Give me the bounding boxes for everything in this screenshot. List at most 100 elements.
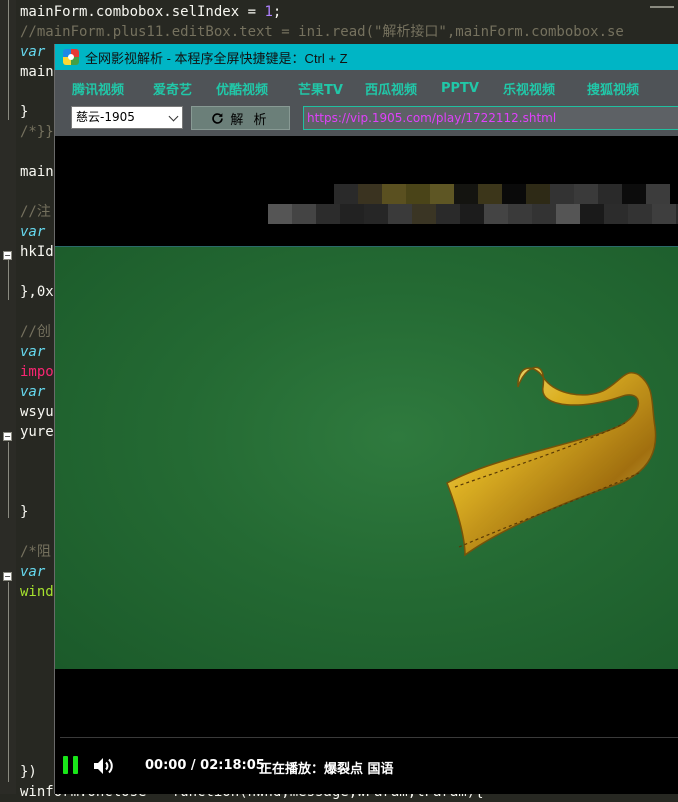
code-token: 1 [264, 4, 273, 20]
code-token: impo [20, 364, 54, 380]
video-frame [55, 246, 678, 669]
code-line[interactable]: //注 [20, 202, 51, 222]
code-line[interactable]: wind [20, 582, 54, 602]
code-line[interactable]: } [20, 502, 28, 522]
code-token: var [20, 44, 46, 60]
mosaic-block [460, 204, 484, 224]
video-url-input[interactable] [303, 106, 678, 130]
parse-toolbar: 慈云-1905 解 析 [55, 106, 678, 136]
nav-sohu-video[interactable]: 搜狐视频 [587, 79, 639, 98]
code-token: /*阻 [20, 544, 51, 560]
mosaic-block [454, 184, 478, 204]
mosaic-block [412, 204, 436, 224]
nav-xigua-video[interactable]: 西瓜视频 [365, 79, 417, 98]
editor-gutter: − − − [0, 0, 16, 794]
pause-icon [63, 756, 68, 774]
code-token: wind [20, 584, 54, 600]
fold-guide [8, 582, 9, 782]
code-token: } [20, 104, 29, 120]
mosaic-block [652, 204, 676, 224]
video-parser-window: 全网影视解析 - 本程序全屏快捷键是：Ctrl + Z 腾讯视频 爱奇艺 优酷视… [55, 44, 678, 794]
volume-button[interactable] [93, 756, 115, 776]
code-token: yure [20, 424, 54, 440]
refresh-icon [212, 112, 224, 124]
code-token: main [20, 64, 54, 80]
progress-bar[interactable] [60, 737, 678, 738]
pause-icon [73, 756, 78, 774]
mosaic-block [526, 184, 550, 204]
code-token: } [20, 504, 29, 520]
nav-mango-tv[interactable]: 芒果TV [298, 79, 343, 98]
mosaic-block [478, 184, 502, 204]
mosaic-block [268, 204, 292, 224]
mosaic-block [484, 204, 508, 224]
parse-source-select[interactable]: 慈云-1905 [71, 106, 183, 129]
code-line[interactable]: var [20, 562, 45, 582]
code-line[interactable]: impo [20, 362, 54, 382]
code-token: //mainForm.plus11.editBox.text = ini.rea… [20, 24, 624, 40]
nav-iqiyi[interactable]: 爱奇艺 [153, 79, 192, 98]
code-line[interactable]: },0x [20, 282, 54, 302]
code-line[interactable]: wsyu [20, 402, 54, 422]
code-line[interactable]: //mainForm.plus11.editBox.text = ini.rea… [20, 22, 624, 42]
speaker-icon [94, 758, 113, 774]
mosaic-block [316, 204, 340, 224]
code-line[interactable]: var [20, 222, 45, 242]
mosaic-block [508, 204, 532, 224]
code-line[interactable]: //创 [20, 322, 51, 342]
mosaic-block [388, 204, 412, 224]
nav-pptv[interactable]: PPTV [441, 81, 479, 96]
fold-toggle-icon[interactable]: − [3, 432, 12, 441]
code-token: }) [20, 764, 37, 780]
mosaic-block [532, 204, 556, 224]
code-token: ; [272, 4, 282, 20]
nav-tencent-video[interactable]: 腾讯视频 [72, 79, 124, 98]
mosaic-block [340, 204, 364, 224]
mosaic-block [646, 184, 670, 204]
mosaic-block [550, 184, 574, 204]
fold-toggle-icon[interactable]: − [3, 251, 12, 260]
video-player[interactable]: 00:00 / 02:18:05 正在播放：爆裂点 国语 [55, 136, 678, 794]
nav-letv-video[interactable]: 乐视视频 [503, 79, 555, 98]
code-line[interactable]: var [20, 382, 45, 402]
code-line[interactable]: var [20, 42, 45, 62]
nav-youku-video[interactable]: 优酷视频 [216, 79, 268, 98]
code-token: var [20, 564, 46, 580]
code-token: //注 [20, 204, 51, 220]
code-line[interactable]: }) [20, 762, 37, 782]
chevron-down-icon [168, 111, 179, 122]
code-line[interactable]: main [20, 62, 54, 82]
code-line[interactable]: /*阻 [20, 542, 51, 562]
mosaic-block [406, 184, 430, 204]
code-token: var [20, 384, 46, 400]
code-token: var [20, 224, 46, 240]
mosaic-block [502, 184, 526, 204]
code-token: },0x [20, 284, 54, 300]
code-token: main [20, 164, 54, 180]
code-line[interactable]: main [20, 162, 54, 182]
code-line[interactable]: yure [20, 422, 54, 442]
film-reel-ribbon-image [446, 366, 657, 557]
code-token: //创 [20, 324, 51, 340]
parse-source-value: 慈云-1905 [76, 110, 135, 124]
window-titlebar[interactable]: 全网影视解析 - 本程序全屏快捷键是：Ctrl + Z [55, 44, 678, 70]
code-token: wsyu [20, 404, 54, 420]
code-line[interactable]: } [20, 102, 28, 122]
fold-guide [8, 260, 9, 300]
mosaic-block [556, 204, 580, 224]
code-line[interactable]: mainForm.combobox.selIndex = 1; [20, 2, 281, 22]
mosaic-block [580, 204, 604, 224]
code-line[interactable]: hkId [20, 242, 54, 262]
fold-guide [8, 442, 9, 518]
parse-button-label: 解 析 [230, 112, 270, 128]
code-line[interactable]: var [20, 342, 45, 362]
code-token: var [20, 344, 46, 360]
fold-toggle-icon[interactable]: − [3, 572, 12, 581]
code-token: hkId [20, 244, 54, 260]
parse-button[interactable]: 解 析 [191, 106, 290, 130]
code-line[interactable]: /*}} [20, 122, 54, 142]
mosaic-block [364, 204, 388, 224]
app-logo-icon [63, 49, 79, 65]
code-token: mainForm.combobox.selIndex = [20, 4, 265, 20]
pause-button[interactable] [63, 756, 79, 774]
